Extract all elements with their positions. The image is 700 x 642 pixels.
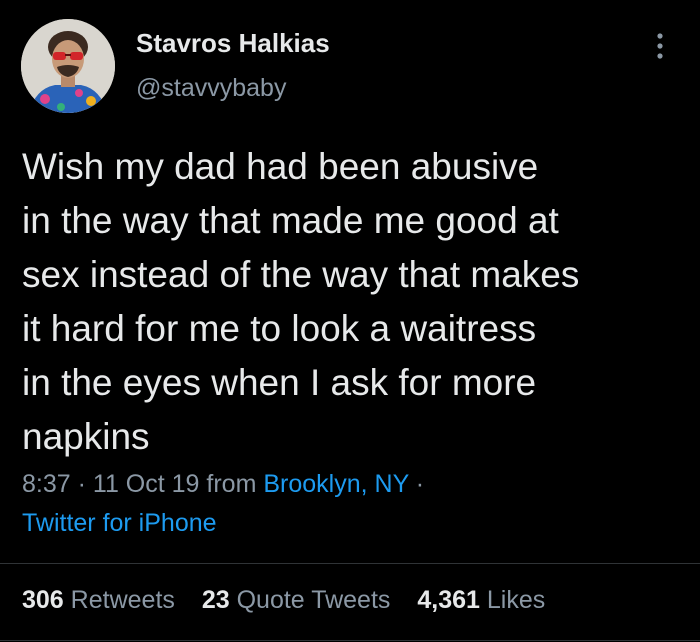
likes-label: Likes <box>486 586 546 614</box>
quote-tweets-count: 23 <box>201 586 230 614</box>
likes-count: 4,361 <box>417 586 480 614</box>
author-handle[interactable]: @stavvybaby <box>136 74 286 103</box>
divider-bottom <box>0 640 700 641</box>
tweet-text-line: Wish my dad had been abusive <box>22 146 539 187</box>
tweet-text-line: in the way that made me good at <box>22 200 559 241</box>
retweets-stat[interactable]: 306 Retweets <box>22 586 175 614</box>
meta-separator: · <box>77 470 86 498</box>
avatar-image <box>21 19 115 113</box>
retweets-count: 306 <box>22 586 64 614</box>
quote-tweets-stat[interactable]: 23 Quote Tweets <box>202 586 391 614</box>
divider <box>0 563 700 564</box>
retweets-label: Retweets <box>70 586 175 614</box>
tweet-meta: 8:37 · 11 Oct 19 from Brooklyn, NY · <box>22 470 424 499</box>
meta-separator-trailing: · <box>415 470 425 498</box>
tweet-text-line: it hard for me to look a waitress <box>22 308 537 349</box>
tweet-date[interactable]: 11 Oct 19 <box>93 470 200 498</box>
tweet-text-line: sex instead of the way that makes <box>22 254 580 295</box>
quote-tweets-label: Quote Tweets <box>236 586 391 614</box>
likes-stat[interactable]: 4,361 Likes <box>417 586 545 614</box>
tweet-text: Wish my dad had been abusive in the way … <box>22 140 692 464</box>
tweet-card: Stavros Halkias @stavvybaby Wish my dad … <box>0 0 700 642</box>
from-label: from <box>206 470 257 498</box>
avatar[interactable] <box>21 19 115 113</box>
source-link[interactable]: Twitter for iPhone <box>22 509 217 538</box>
location-link[interactable]: Brooklyn, NY <box>263 470 408 498</box>
tweet-stats: 306 Retweets 23 Quote Tweets 4,361 Likes <box>22 586 565 615</box>
author-name[interactable]: Stavros Halkias <box>136 28 330 59</box>
tweet-time[interactable]: 8:37 <box>22 470 71 498</box>
tweet-text-line: in the eyes when I ask for more <box>22 362 537 403</box>
more-vertical-icon[interactable] <box>648 30 672 62</box>
tweet-text-line: napkins <box>22 416 150 457</box>
